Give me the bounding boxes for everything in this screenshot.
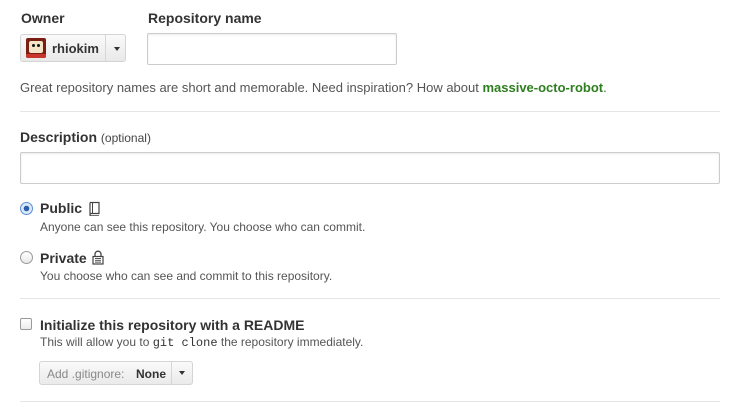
repository-name-hint: Great repository names are short and mem… bbox=[20, 80, 607, 95]
public-label[interactable]: Public bbox=[40, 200, 82, 216]
init-desc-after: the repository immediately. bbox=[217, 335, 364, 349]
gitignore-value: None bbox=[136, 367, 166, 381]
lock-icon bbox=[92, 250, 104, 265]
description-label: Description (optional) bbox=[20, 129, 151, 145]
description-input[interactable] bbox=[20, 152, 720, 184]
divider bbox=[20, 298, 720, 299]
hint-suffix: . bbox=[603, 80, 607, 95]
owner-label: Owner bbox=[21, 10, 65, 26]
public-radio[interactable] bbox=[20, 202, 33, 215]
divider bbox=[20, 401, 720, 402]
user-avatar-icon bbox=[26, 38, 46, 58]
init-readme-checkbox[interactable] bbox=[20, 318, 32, 330]
owner-select[interactable]: rhiokim bbox=[20, 34, 126, 62]
name-suggestion-link[interactable]: massive-octo-robot bbox=[482, 80, 603, 95]
owner-select-divider bbox=[105, 35, 106, 61]
init-readme-label[interactable]: Initialize this repository with a README bbox=[40, 317, 304, 333]
gitignore-select[interactable]: Add .gitignore: None bbox=[39, 361, 193, 385]
repository-name-label: Repository name bbox=[148, 10, 262, 26]
divider bbox=[20, 111, 720, 112]
book-icon bbox=[89, 201, 100, 216]
repository-name-input[interactable] bbox=[147, 33, 397, 65]
gitignore-prefix: Add .gitignore: bbox=[47, 367, 125, 381]
chevron-down-icon bbox=[114, 47, 120, 51]
chevron-down-icon bbox=[179, 371, 185, 375]
init-desc-before: This will allow you to bbox=[40, 335, 153, 349]
owner-name: rhiokim bbox=[52, 40, 99, 56]
private-radio[interactable] bbox=[20, 251, 33, 264]
optional-hint: (optional) bbox=[100, 131, 151, 145]
gitignore-divider bbox=[171, 362, 172, 384]
init-readme-description: This will allow you to git clone the rep… bbox=[40, 335, 363, 350]
description-label-text: Description bbox=[20, 129, 98, 145]
private-label[interactable]: Private bbox=[40, 250, 87, 266]
public-description: Anyone can see this repository. You choo… bbox=[40, 220, 366, 234]
private-description: You choose who can see and commit to thi… bbox=[40, 269, 333, 283]
hint-text: Great repository names are short and mem… bbox=[20, 80, 483, 95]
git-clone-code: git clone bbox=[152, 336, 218, 350]
